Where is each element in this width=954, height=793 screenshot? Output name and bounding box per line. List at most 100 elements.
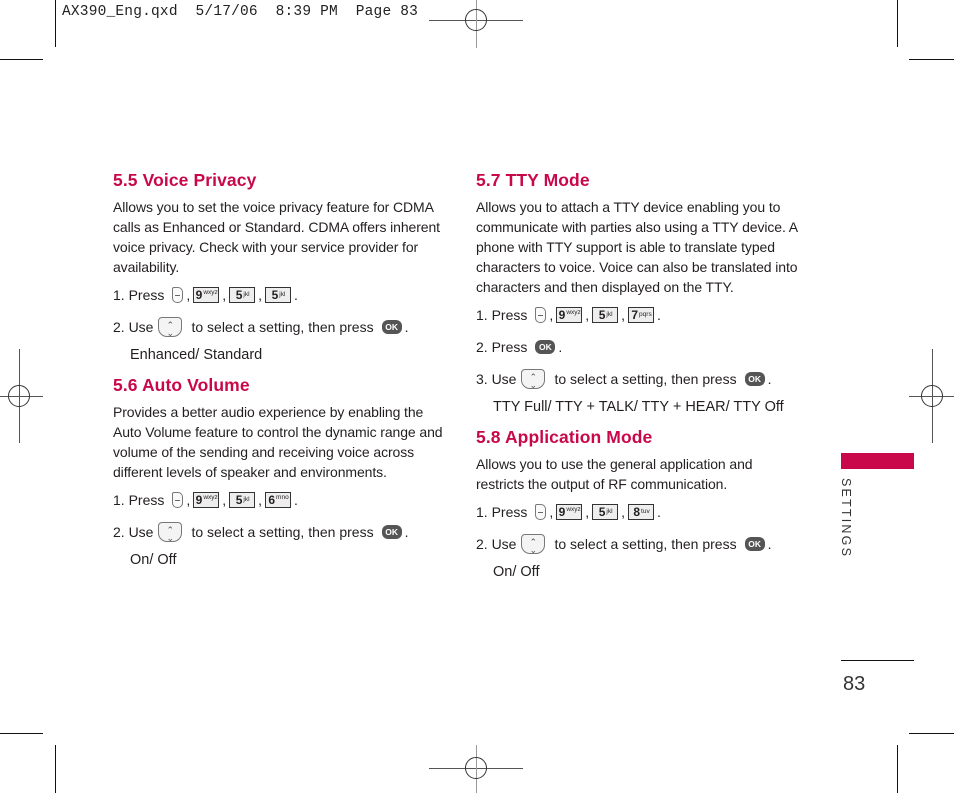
crop-mark xyxy=(55,745,56,793)
navigation-key-icon xyxy=(158,520,183,548)
setting-options: Enhanced/ Standard xyxy=(130,347,263,363)
period: . xyxy=(657,504,661,520)
menu-softkey-icon xyxy=(535,504,547,520)
key-number: 5 xyxy=(235,288,243,302)
key-number: 8 xyxy=(633,505,641,519)
page-number: 83 xyxy=(843,673,866,695)
section-body: Allows you to use the general applicatio… xyxy=(476,456,753,492)
section-application-mode: 5.8 Application Mode Allows you to use t… xyxy=(476,427,811,580)
key-5-icon: 5 jkl xyxy=(592,504,619,520)
key-letters: wxyz xyxy=(203,494,218,501)
period: . xyxy=(767,371,772,387)
section-body: Provides a better audio experience by en… xyxy=(113,404,443,480)
step-text: 2. Press xyxy=(476,339,528,355)
step-1: 1. Press , 9 wxyz, 5 jkl, 7 pqrs. xyxy=(476,305,811,325)
step-2: 2. Use to select a setting, then press O… xyxy=(476,532,811,560)
ok-key-icon: OK xyxy=(744,537,765,551)
comma: , xyxy=(585,504,590,520)
comma: , xyxy=(549,504,554,520)
key-letters: jkl xyxy=(279,291,286,298)
key-letters: tuv xyxy=(641,508,650,515)
key-letters: jkl xyxy=(243,496,250,503)
comma: , xyxy=(258,287,263,303)
section-body: Allows you to attach a TTY device enabli… xyxy=(476,199,798,295)
key-letters: wxyz xyxy=(566,309,581,316)
key-6-icon: 6 mno xyxy=(265,492,292,508)
step-text: to select a setting, then press xyxy=(554,536,737,552)
setting-options: On/ Off xyxy=(130,552,177,568)
comma: , xyxy=(621,307,626,323)
period: . xyxy=(767,536,772,552)
crop-mark xyxy=(0,733,43,734)
comma: , xyxy=(222,287,227,303)
key-5-icon: 5 jkl xyxy=(229,287,256,303)
comma: , xyxy=(621,504,626,520)
period: . xyxy=(558,339,563,355)
comma: , xyxy=(258,492,263,508)
step-1: 1. Press , 9 wxyz, 5 jkl, 8 tuv. xyxy=(476,502,811,522)
period: . xyxy=(294,492,298,508)
key-9-icon: 9 wxyz xyxy=(193,287,220,303)
key-5-icon: 5 jkl xyxy=(592,307,619,323)
page-number-rule xyxy=(841,660,914,661)
registration-circle xyxy=(8,385,30,407)
print-slug: AX390_Eng.qxd 5/17/06 8:39 PM Page 83 xyxy=(62,4,419,20)
section-voice-privacy: 5.5 Voice Privacy Allows you to set the … xyxy=(113,170,448,363)
step-text: to select a setting, then press xyxy=(554,371,737,387)
ok-key-icon: OK xyxy=(535,340,556,354)
key-letters: pqrs xyxy=(639,311,652,318)
crop-mark xyxy=(909,59,954,60)
crop-mark xyxy=(909,733,954,734)
step-text: to select a setting, then press xyxy=(191,319,374,335)
period: . xyxy=(404,524,409,540)
key-number: 9 xyxy=(195,288,203,302)
crop-mark xyxy=(897,0,898,47)
key-number: 5 xyxy=(598,308,606,322)
step-text: 1. Press xyxy=(113,492,165,508)
section-auto-volume: 5.6 Auto Volume Provides a better audio … xyxy=(113,375,448,568)
navigation-key-icon xyxy=(521,367,546,395)
step-2: 2. Use to select a setting, then press O… xyxy=(113,520,448,548)
key-letters: jkl xyxy=(243,291,250,298)
step-text: 2. Use xyxy=(476,536,517,552)
key-letters: jkl xyxy=(606,508,613,515)
step-text: 2. Use xyxy=(113,524,154,540)
key-number: 6 xyxy=(268,493,276,507)
step-text: 1. Press xyxy=(113,287,165,303)
ok-key-icon: OK xyxy=(381,320,402,334)
crop-mark xyxy=(897,745,898,793)
key-letters: mno xyxy=(276,494,289,501)
key-5-icon: 5 jkl xyxy=(265,287,292,303)
step-2: 2. Press OK. xyxy=(476,337,811,357)
key-number: 5 xyxy=(235,493,243,507)
key-8-icon: 8 tuv xyxy=(628,504,655,520)
period: . xyxy=(294,287,298,303)
comma: , xyxy=(585,307,590,323)
key-letters: jkl xyxy=(606,311,613,318)
comma: , xyxy=(549,307,554,323)
step-text: 2. Use xyxy=(113,319,154,335)
step-text: to select a setting, then press xyxy=(191,524,374,540)
key-9-icon: 9 wxyz xyxy=(556,307,583,323)
menu-softkey-icon xyxy=(535,307,547,323)
key-number: 9 xyxy=(558,308,566,322)
menu-softkey-icon xyxy=(172,492,184,508)
section-title: 5.8 Application Mode xyxy=(476,427,653,447)
period: . xyxy=(657,307,661,323)
key-9-icon: 9 wxyz xyxy=(556,504,583,520)
key-letters: wxyz xyxy=(566,506,581,513)
ok-key-icon: OK xyxy=(381,525,402,539)
navigation-key-icon xyxy=(521,532,546,560)
comma: , xyxy=(186,492,191,508)
section-title: 5.6 Auto Volume xyxy=(113,375,250,395)
section-title: 5.7 TTY Mode xyxy=(476,170,590,190)
left-column: 5.5 Voice Privacy Allows you to set the … xyxy=(113,170,448,580)
step-text: 3. Use xyxy=(476,371,517,387)
step-text: 1. Press xyxy=(476,504,528,520)
menu-softkey-icon xyxy=(172,287,184,303)
comma: , xyxy=(186,287,191,303)
registration-circle xyxy=(921,385,943,407)
right-column: 5.7 TTY Mode Allows you to attach a TTY … xyxy=(476,170,811,592)
side-tab-marker xyxy=(841,453,914,469)
step-text: 1. Press xyxy=(476,307,528,323)
